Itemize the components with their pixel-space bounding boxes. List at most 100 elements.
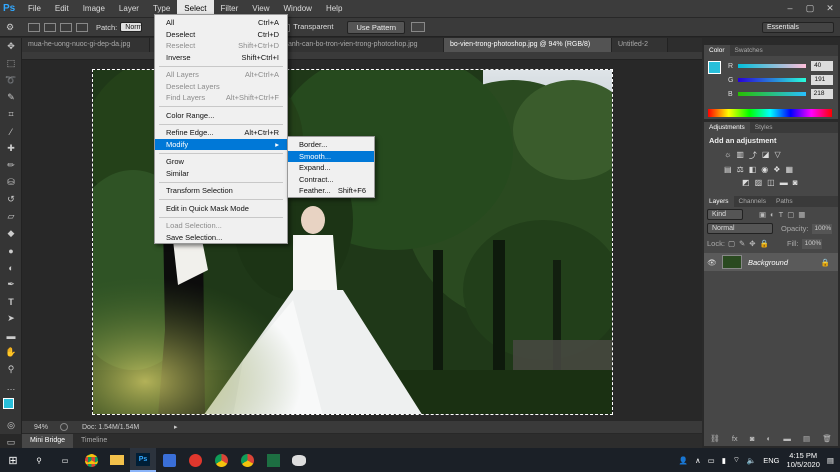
- menu-item-color-range[interactable]: Color Range...: [155, 110, 287, 122]
- levels-icon[interactable]: ▥: [736, 150, 744, 161]
- tab-color[interactable]: Color: [704, 45, 730, 56]
- excel-icon[interactable]: [260, 448, 286, 472]
- menu-item-load-selection[interactable]: Load Selection...: [155, 220, 287, 232]
- battery-icon[interactable]: ▮: [722, 456, 726, 465]
- submenu-item-border[interactable]: Border...: [288, 139, 374, 151]
- minimize-button[interactable]: –: [780, 0, 800, 17]
- brightness-contrast-icon[interactable]: ☼: [724, 150, 731, 161]
- wifi-icon[interactable]: ⌔: [733, 455, 740, 465]
- color-spectrum-bar[interactable]: [708, 109, 832, 117]
- fill-value[interactable]: 100%: [801, 238, 822, 249]
- menu-image[interactable]: Image: [76, 0, 112, 17]
- submenu-item-expand[interactable]: Expand...: [288, 162, 374, 174]
- crop-tool-icon[interactable]: ⌗: [0, 106, 22, 123]
- threshold-icon[interactable]: ◫: [767, 178, 775, 187]
- menu-item-grow[interactable]: Grow: [155, 156, 287, 168]
- tab-bo-vien[interactable]: bo-vien-trong-photoshop.jpg @ 94% (RGB/8…: [444, 38, 612, 52]
- paint-bucket-tool-icon[interactable]: ◆: [0, 225, 22, 242]
- layer-name[interactable]: Background: [748, 258, 788, 267]
- more-tools-icon[interactable]: …: [0, 378, 22, 395]
- pen-tool-icon[interactable]: ✒: [0, 276, 22, 293]
- menu-file[interactable]: File: [21, 0, 48, 17]
- app-icon-red[interactable]: [182, 448, 208, 472]
- task-view-icon[interactable]: ▭: [52, 448, 78, 472]
- black-white-icon[interactable]: ◧: [749, 165, 757, 174]
- language-indicator[interactable]: ENG: [763, 456, 779, 465]
- layer-row-background[interactable]: 👁 Background 🔒: [704, 253, 838, 271]
- hue-saturation-icon[interactable]: ▤: [724, 165, 732, 174]
- channel-mixer-icon[interactable]: ❖: [773, 165, 780, 174]
- add-mask-icon[interactable]: ◙: [750, 434, 755, 443]
- menu-item-quick-mask[interactable]: Edit in Quick Mask Mode: [155, 203, 287, 215]
- lasso-tool-icon[interactable]: ➰: [0, 72, 22, 89]
- workspace-select[interactable]: Essentials: [762, 22, 834, 33]
- clone-stamp-tool-icon[interactable]: ⛁: [0, 174, 22, 191]
- color-balance-icon[interactable]: ⚖: [737, 165, 744, 174]
- maximize-button[interactable]: ▢: [800, 0, 820, 17]
- color-lookup-icon[interactable]: ▦: [785, 165, 793, 174]
- use-pattern-button[interactable]: Use Pattern: [347, 20, 406, 34]
- paint-icon[interactable]: [286, 448, 312, 472]
- photo-filter-icon[interactable]: ◉: [761, 165, 768, 174]
- gradient-map-icon[interactable]: ▬: [780, 178, 788, 187]
- submenu-item-smooth[interactable]: Smooth...: [288, 150, 374, 162]
- patch-select[interactable]: Normal: [120, 22, 143, 32]
- brush-tool-icon[interactable]: ✏: [0, 157, 22, 174]
- new-layer-icon[interactable]: ▤: [803, 434, 810, 443]
- tab-mua-he[interactable]: mua-he-uong-nuoc-gi-dep-da.jpg: [22, 38, 150, 52]
- exposure-icon[interactable]: ◪: [762, 150, 770, 161]
- dodge-tool-icon[interactable]: ◐: [0, 259, 22, 276]
- menu-item-modify[interactable]: Modify ▸: [155, 138, 287, 150]
- tab-paths[interactable]: Paths: [771, 196, 798, 207]
- menu-item-reselect[interactable]: Reselect Shift+Ctrl+D: [155, 40, 287, 52]
- healing-brush-tool-icon[interactable]: ✚: [0, 140, 22, 157]
- search-icon[interactable]: ⚲: [26, 448, 52, 472]
- options-icon-1[interactable]: [28, 22, 40, 32]
- foreground-color-swatch[interactable]: [3, 398, 14, 409]
- network-icon[interactable]: ▭: [708, 456, 715, 465]
- user-icon[interactable]: 👤: [679, 456, 688, 465]
- r-slider-row[interactable]: R 40: [704, 59, 838, 73]
- photoshop-taskbar-icon[interactable]: Ps: [130, 448, 156, 472]
- marquee-tool-icon[interactable]: ⬚: [0, 55, 22, 72]
- invert-icon[interactable]: ◩: [742, 178, 750, 187]
- menu-item-deselect[interactable]: Deselect Ctrl+D: [155, 29, 287, 41]
- quick-mask-icon[interactable]: ◎: [0, 417, 22, 434]
- options-icon-4[interactable]: [76, 22, 88, 32]
- options-icon-5[interactable]: [411, 22, 426, 32]
- notifications-icon[interactable]: ▤: [827, 456, 834, 465]
- submenu-item-feather[interactable]: Feather... Shift+F6: [288, 185, 374, 197]
- menu-item-all[interactable]: All Ctrl+A: [155, 17, 287, 29]
- menu-item-inverse[interactable]: Inverse Shift+Ctrl+I: [155, 52, 287, 64]
- options-icon-3[interactable]: [60, 22, 72, 32]
- move-tool-icon[interactable]: ✥: [0, 38, 22, 55]
- menu-edit[interactable]: Edit: [48, 0, 76, 17]
- type-tool-icon[interactable]: T: [0, 293, 22, 310]
- menu-item-find-layers[interactable]: Find Layers Alt+Shift+Ctrl+F: [155, 92, 287, 104]
- adjustment-layer-icon[interactable]: ◐: [767, 434, 772, 443]
- menu-item-deselect-layers[interactable]: Deselect Layers: [155, 81, 287, 93]
- menu-item-save-selection[interactable]: Save Selection...: [155, 232, 287, 244]
- tab-adjustments[interactable]: Adjustments: [704, 122, 750, 133]
- link-layers-icon[interactable]: ⛓: [710, 434, 720, 443]
- path-selection-tool-icon[interactable]: ➤: [0, 310, 22, 327]
- fx-icon[interactable]: fx: [732, 434, 738, 443]
- history-brush-tool-icon[interactable]: ↺: [0, 191, 22, 208]
- zoom-tool-icon[interactable]: ⚲: [0, 361, 22, 378]
- opacity-value[interactable]: 100%: [811, 223, 832, 234]
- eyedropper-tool-icon[interactable]: ⁄: [0, 123, 22, 140]
- curves-icon[interactable]: ⤴: [749, 150, 757, 161]
- g-value[interactable]: 191: [811, 75, 834, 85]
- r-slider[interactable]: [738, 64, 807, 68]
- filter-icons[interactable]: ▣◐T▢▦: [759, 210, 809, 219]
- tab-swatches[interactable]: Swatches: [730, 45, 768, 56]
- menu-item-refine-edge[interactable]: Refine Edge... Alt+Ctrl+R: [155, 127, 287, 139]
- submenu-item-contract[interactable]: Contract...: [288, 174, 374, 186]
- tab-untitled-2[interactable]: Untitled-2: [612, 38, 668, 52]
- g-slider[interactable]: [738, 78, 807, 82]
- lock-icons[interactable]: ▢✎✥🔒: [728, 239, 773, 248]
- chrome-icon[interactable]: [78, 448, 104, 472]
- delete-layer-icon[interactable]: 🗑: [822, 434, 832, 443]
- tab-layers[interactable]: Layers: [704, 196, 734, 207]
- posterize-icon[interactable]: ▨: [755, 178, 763, 187]
